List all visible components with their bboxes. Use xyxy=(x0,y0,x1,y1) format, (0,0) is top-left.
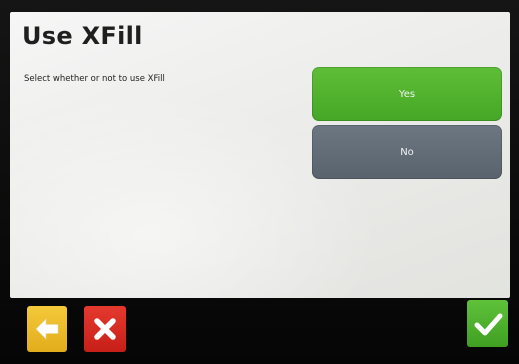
instruction-text: Select whether or not to use XFill xyxy=(24,74,165,84)
no-option-label: No xyxy=(400,146,414,158)
device-frame: Use XFill Select whether or not to use X… xyxy=(0,0,519,364)
yes-option-label: Yes xyxy=(398,88,416,100)
no-option-button[interactable]: No xyxy=(312,125,502,179)
page-title: Use XFill xyxy=(22,22,143,50)
cancel-button[interactable] xyxy=(84,306,126,352)
arrow-left-icon xyxy=(35,318,59,340)
back-button[interactable] xyxy=(27,306,67,352)
checkmark-icon xyxy=(474,313,502,335)
display-screen: Use XFill Select whether or not to use X… xyxy=(10,12,510,298)
yes-option-button[interactable]: Yes xyxy=(312,67,502,121)
confirm-button[interactable] xyxy=(467,300,508,347)
x-icon xyxy=(94,318,116,340)
